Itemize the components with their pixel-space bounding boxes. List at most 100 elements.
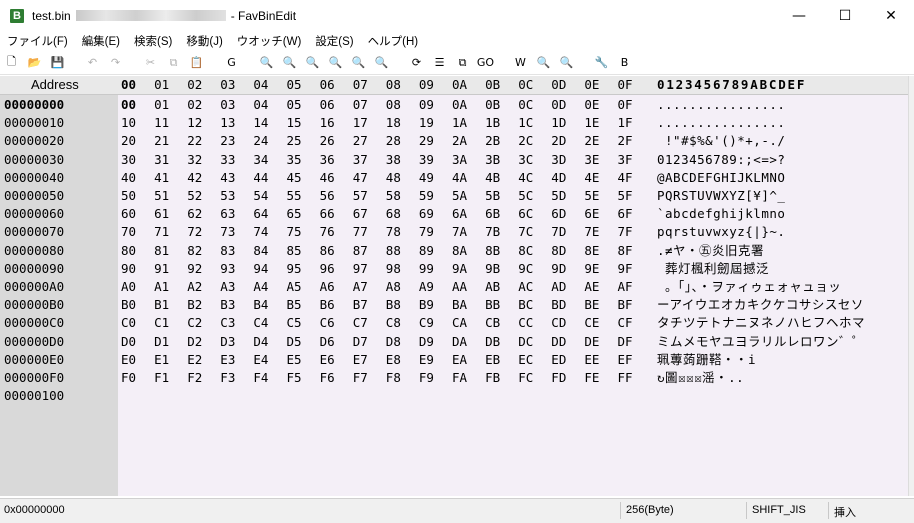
list-icon[interactable]: ☰ xyxy=(431,54,448,71)
hex-byte-cell[interactable]: 34 xyxy=(253,151,268,169)
hex-byte-cell[interactable]: B4 xyxy=(253,296,268,314)
ascii-text-row[interactable]: 葬灯楓利劒屆撼泛 xyxy=(657,260,769,278)
hex-byte-cell[interactable]: 3A xyxy=(452,151,467,169)
hex-byte-cell[interactable]: 22 xyxy=(187,132,202,150)
hex-byte-cell[interactable]: 4F xyxy=(618,169,633,187)
hex-byte-cell[interactable]: 74 xyxy=(253,223,268,241)
hex-byte-cell[interactable]: 4A xyxy=(452,169,467,187)
hex-byte-cell[interactable]: 08 xyxy=(386,96,401,114)
hex-byte-cell[interactable]: 35 xyxy=(287,151,302,169)
hex-byte-cell[interactable]: 88 xyxy=(386,242,401,260)
hex-byte-cell[interactable]: 3F xyxy=(618,151,633,169)
hex-byte-cell[interactable]: BD xyxy=(551,296,566,314)
hex-byte-cell[interactable]: 1D xyxy=(551,114,566,132)
hex-byte-cell[interactable]: 26 xyxy=(320,132,335,150)
hex-byte-cell[interactable]: C9 xyxy=(419,314,434,332)
hex-byte-cell[interactable]: 60 xyxy=(121,205,136,223)
hex-byte-cell[interactable]: 04 xyxy=(253,96,268,114)
hex-byte-cell[interactable]: 06 xyxy=(320,96,335,114)
hex-byte-cell[interactable]: D3 xyxy=(220,333,235,351)
hex-byte-cell[interactable]: 27 xyxy=(353,132,368,150)
hex-byte-cell[interactable]: BF xyxy=(618,296,633,314)
hex-byte-cell[interactable]: A6 xyxy=(320,278,335,296)
hex-byte-cell[interactable]: 44 xyxy=(253,169,268,187)
goto-icon[interactable]: G xyxy=(223,54,240,71)
hex-byte-cell[interactable]: DB xyxy=(485,333,500,351)
hex-byte-cell[interactable]: C7 xyxy=(353,314,368,332)
cut-icon[interactable]: ✂ xyxy=(142,54,159,71)
hex-byte-cell[interactable]: D2 xyxy=(187,333,202,351)
hex-byte-cell[interactable]: 28 xyxy=(386,132,401,150)
hex-byte-cell[interactable]: 23 xyxy=(220,132,235,150)
ascii-text-row[interactable]: ................ xyxy=(657,96,785,114)
hex-byte-cell[interactable]: FD xyxy=(551,369,566,387)
hex-byte-cell[interactable]: 62 xyxy=(187,205,202,223)
hex-byte-cell[interactable]: 84 xyxy=(253,242,268,260)
ascii-text-row[interactable]: `abcdefghijklmno xyxy=(657,205,785,223)
hex-byte-cell[interactable]: F5 xyxy=(287,369,302,387)
ascii-text-row[interactable]: 0123456789:;<=>? xyxy=(657,151,785,169)
hex-byte-cell[interactable]: E6 xyxy=(320,351,335,369)
hex-byte-cell[interactable]: 4E xyxy=(584,169,599,187)
hex-byte-cell[interactable]: F1 xyxy=(154,369,169,387)
hex-byte-cell[interactable]: C1 xyxy=(154,314,169,332)
hex-byte-cell[interactable]: 1A xyxy=(452,114,467,132)
hex-byte-cell[interactable]: 36 xyxy=(320,151,335,169)
menu-edit[interactable]: 編集(E) xyxy=(75,33,127,49)
hex-byte-cell[interactable]: 3D xyxy=(551,151,566,169)
hex-byte-cell[interactable]: AA xyxy=(452,278,467,296)
hex-byte-cell[interactable]: 89 xyxy=(419,242,434,260)
hex-byte-cell[interactable]: A7 xyxy=(353,278,368,296)
hex-byte-cell[interactable]: 43 xyxy=(220,169,235,187)
hex-byte-cell[interactable]: 7F xyxy=(618,223,633,241)
hex-byte-cell[interactable]: 90 xyxy=(121,260,136,278)
hex-byte-cell[interactable]: 1E xyxy=(584,114,599,132)
open-folder-icon[interactable]: 📂 xyxy=(26,54,43,71)
search-icon[interactable]: 🔍 xyxy=(258,54,275,71)
copy-icon[interactable]: ⧉ xyxy=(165,54,182,71)
hex-editor-view[interactable]: Address 0123456789ABCDEF 00 01 02 03 04 05 06 0… xyxy=(0,76,908,496)
watch-search2-icon[interactable]: 🔍 xyxy=(558,54,575,71)
hex-byte-cell[interactable]: 4D xyxy=(551,169,566,187)
hex-byte-cell[interactable]: DF xyxy=(618,333,633,351)
hex-byte-cell[interactable]: B1 xyxy=(154,296,169,314)
hex-byte-cell[interactable]: 2A xyxy=(452,132,467,150)
hex-byte-cell[interactable]: F3 xyxy=(220,369,235,387)
hex-byte-cell[interactable]: E7 xyxy=(353,351,368,369)
hex-byte-cell[interactable]: D7 xyxy=(353,333,368,351)
hex-byte-cell[interactable]: D8 xyxy=(386,333,401,351)
hex-byte-cell[interactable]: 2B xyxy=(485,132,500,150)
hex-byte-cell[interactable]: 61 xyxy=(154,205,169,223)
hex-byte-cell[interactable]: E8 xyxy=(386,351,401,369)
hex-byte-cell[interactable]: 54 xyxy=(253,187,268,205)
hex-byte-cell[interactable]: B8 xyxy=(386,296,401,314)
compare-icon[interactable]: ⧉ xyxy=(454,54,471,71)
hex-byte-cell[interactable]: AB xyxy=(485,278,500,296)
hex-byte-cell[interactable]: F9 xyxy=(419,369,434,387)
hex-byte-cell[interactable]: 8E xyxy=(584,242,599,260)
hex-byte-cell[interactable]: 0F xyxy=(618,96,633,114)
hex-byte-cell[interactable]: 32 xyxy=(187,151,202,169)
hex-byte-cell[interactable]: A3 xyxy=(220,278,235,296)
hex-byte-cell[interactable]: 8F xyxy=(618,242,633,260)
hex-byte-cell[interactable]: 0E xyxy=(584,96,599,114)
hex-byte-cell[interactable]: 7C xyxy=(518,223,533,241)
hex-byte-cell[interactable]: DD xyxy=(551,333,566,351)
hex-byte-cell[interactable]: 58 xyxy=(386,187,401,205)
hex-byte-cell[interactable]: F0 xyxy=(121,369,136,387)
hex-byte-cell[interactable]: FF xyxy=(618,369,633,387)
hex-byte-cell[interactable]: 01 xyxy=(154,96,169,114)
hex-byte-cell[interactable]: BE xyxy=(584,296,599,314)
hex-byte-cell[interactable]: 40 xyxy=(121,169,136,187)
ascii-text-row[interactable]: ................ xyxy=(657,114,785,132)
hex-byte-cell[interactable]: 1C xyxy=(518,114,533,132)
search-hex-icon[interactable]: 🔍 xyxy=(327,54,344,71)
hex-byte-cell[interactable]: C0 xyxy=(121,314,136,332)
hex-byte-cell[interactable]: F4 xyxy=(253,369,268,387)
watch-icon[interactable]: W xyxy=(512,54,529,71)
hex-byte-cell[interactable]: 91 xyxy=(154,260,169,278)
save-icon[interactable]: 💾 xyxy=(49,54,66,71)
hex-byte-cell[interactable]: 68 xyxy=(386,205,401,223)
hex-byte-cell[interactable]: 83 xyxy=(220,242,235,260)
undo-icon[interactable]: ↶ xyxy=(84,54,101,71)
